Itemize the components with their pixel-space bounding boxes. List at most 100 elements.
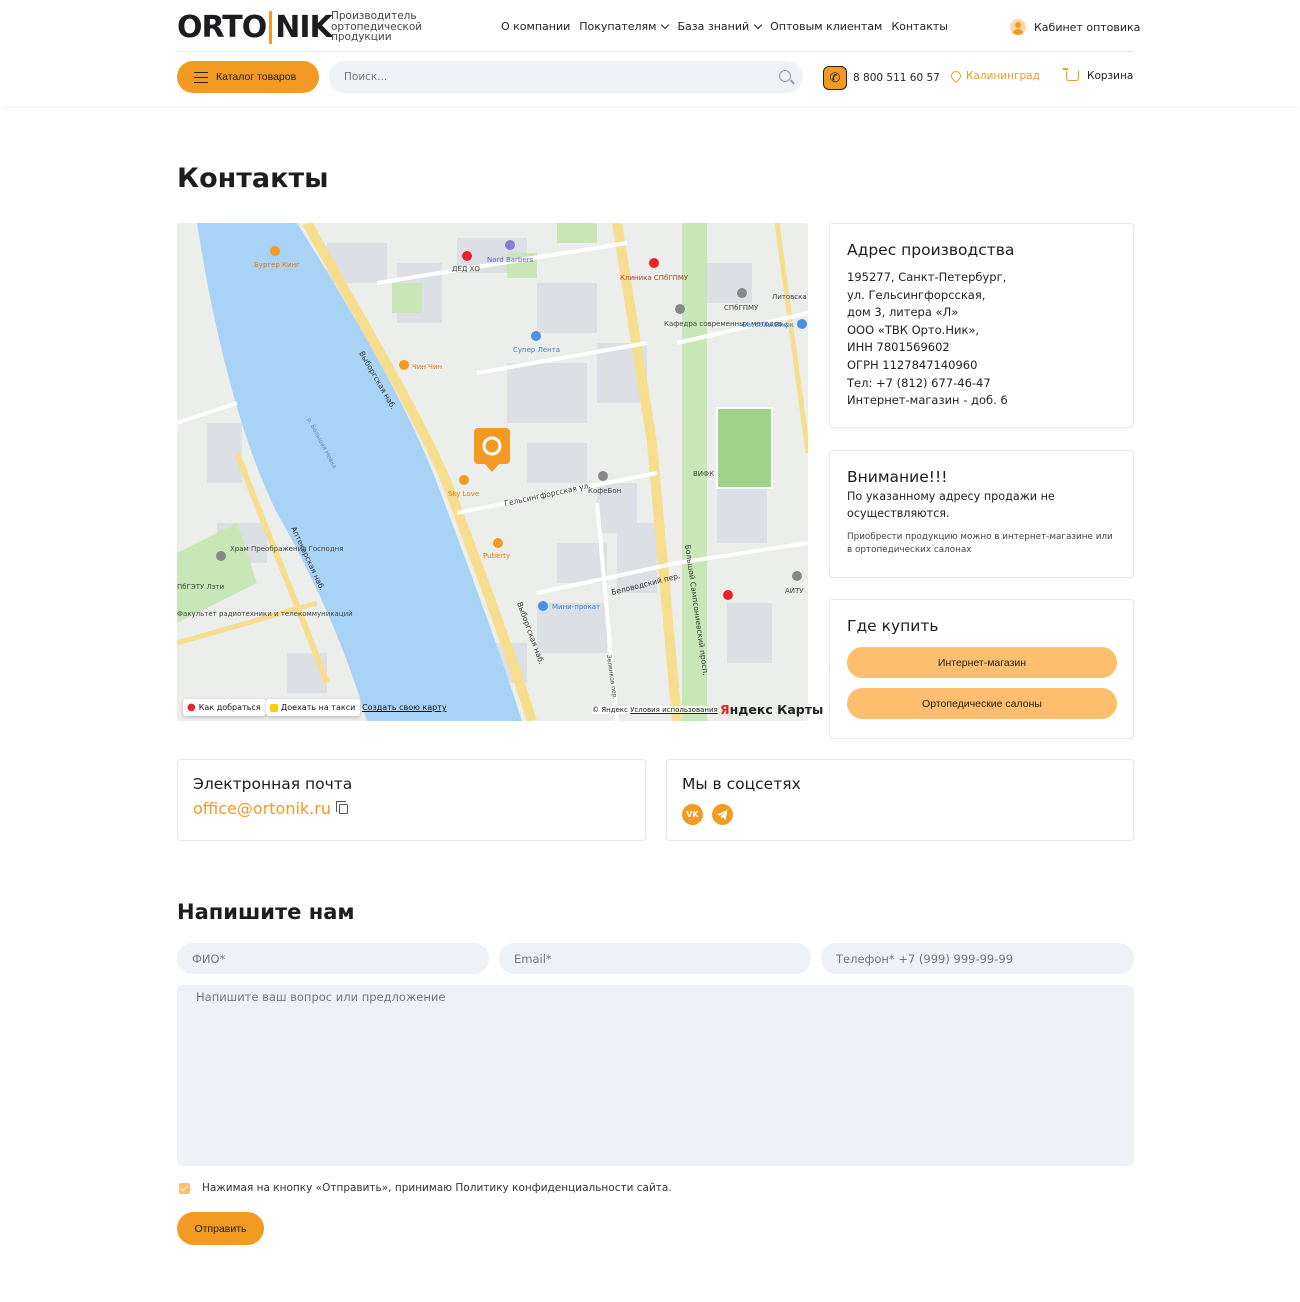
map-pin-icon: ● — [187, 702, 196, 713]
nav-item-knowledge[interactable]: База знаний — [677, 20, 763, 33]
address-title: Адрес производства — [847, 241, 1015, 259]
address-line: 195277, Санкт-Петербург, — [847, 270, 1007, 284]
email-card: Электронная почта office@ortonik.ru — [177, 759, 646, 841]
nav-label: Покупателям — [579, 20, 657, 33]
chevron-down-icon — [661, 20, 670, 29]
phone-input[interactable] — [821, 943, 1134, 974]
telegram-glyph — [717, 809, 728, 820]
map-label: Супер Лента — [513, 346, 560, 354]
telegram-icon[interactable] — [712, 804, 733, 825]
name-input[interactable] — [177, 943, 489, 974]
search-icon[interactable] — [779, 70, 791, 82]
yandex-maps-logo[interactable]: Яндекс Карты — [720, 702, 823, 717]
ortho-salons-button[interactable]: Ортопедические салоны — [847, 688, 1117, 719]
yandex-map[interactable]: Бургер Кинг ДЕД ХО Nord Barbers Клиника … — [177, 223, 808, 721]
address-card: Адрес производства 195277, Санкт-Петербу… — [829, 223, 1134, 428]
map-label: Чин Чин — [412, 363, 442, 371]
location-pin-icon — [948, 68, 964, 84]
map-label: Мини-прокат — [552, 603, 600, 611]
map-terms-link[interactable]: Условия использования — [630, 706, 718, 714]
warning-title: Внимание!!! — [847, 468, 948, 486]
address-line: ОГРН 1127847140960 — [847, 357, 978, 372]
nav-label: База знаний — [677, 20, 750, 33]
social-title: Мы в соцсетях — [682, 775, 801, 793]
map-credit: © Яндекс Условия использования — [592, 706, 718, 714]
catalog-button[interactable]: Каталог товаров — [177, 61, 319, 93]
warning-text: По указанному адресу продажи не осуществ… — [847, 490, 1055, 520]
map-label: Puberty — [483, 552, 510, 560]
map-create-link[interactable]: Создать свою карту — [362, 703, 447, 712]
where-to-buy-card: Где купить Интернет-магазин Ортопедическ… — [829, 599, 1134, 739]
nav-item-buyers[interactable]: Покупателям — [579, 20, 670, 33]
phone-number: 8 800 511 60 57 — [853, 72, 940, 84]
online-shop-button[interactable]: Интернет-магазин — [847, 647, 1117, 678]
user-icon — [1010, 19, 1026, 35]
email-title: Электронная почта — [193, 775, 353, 793]
map-label: ПбГЭТУ Лэти — [177, 583, 224, 591]
chevron-down-icon — [753, 20, 763, 29]
header-divider — [177, 51, 1133, 52]
warning-card: Внимание!!! По указанному адресу продажи… — [829, 450, 1134, 578]
map-label: АИТУ — [785, 587, 804, 595]
map-label: ДЕД ХО — [452, 265, 480, 273]
consent-row: Нажимая на кнопку «Отправить», принимаю … — [179, 1182, 672, 1194]
address-line: ООО «ТВК Орто.Ник», — [847, 322, 980, 337]
address-line: ИНН 7801569602 — [847, 340, 950, 355]
map-label: ВИФК — [693, 470, 714, 478]
address-line: Интернет-магазин - доб. 6 — [847, 393, 1008, 408]
email-input[interactable] — [499, 943, 811, 974]
map-label: Бургер Кинг — [254, 261, 300, 269]
yandex-logo-letter: Я — [720, 702, 730, 717]
map-label: Кафедра современных методов... — [664, 320, 789, 328]
map-taxi-button[interactable]: Доехать на такси — [266, 699, 361, 716]
map-credit-text: © Яндекс — [592, 706, 628, 714]
logo[interactable]: ORTO NIK — [177, 10, 333, 45]
logo-text-left: ORTO — [177, 10, 267, 45]
phone-link[interactable]: ✆ 8 800 511 60 57 — [823, 66, 940, 90]
address-line: ул. Гельсингфорсская, — [847, 287, 986, 302]
vk-icon[interactable]: VK — [682, 804, 703, 825]
nav-label: Оптовым клиентам — [770, 20, 883, 33]
form-title: Напишите нам — [177, 900, 355, 924]
wholesale-cabinet-link[interactable]: Кабинет оптовика — [1010, 19, 1140, 35]
phone-icon: ✆ — [823, 66, 847, 90]
cabinet-label: Кабинет оптовика — [1034, 20, 1141, 34]
cart-label: Корзина — [1087, 70, 1134, 82]
search-input[interactable] — [329, 61, 803, 93]
email-link[interactable]: office@ortonik.ru — [193, 799, 331, 818]
map-taxi-label: Доехать на такси — [281, 703, 356, 712]
main-nav: О компании Покупателям База знаний Оптов… — [501, 20, 948, 33]
menu-icon — [194, 71, 208, 83]
address-line: дом 3, литера «Л» — [847, 305, 959, 320]
submit-button[interactable]: Отправить — [177, 1212, 264, 1245]
message-textarea[interactable] — [177, 985, 1134, 1166]
where-to-buy-title: Где купить — [847, 617, 939, 635]
copy-icon[interactable] — [335, 800, 348, 814]
map-label: КофеБон — [588, 487, 621, 495]
map-route-label: Как добраться — [198, 703, 261, 712]
warning-note: Приобрести продукцию можно в интернет-ма… — [847, 532, 1113, 555]
city-selector[interactable]: Калининград — [948, 68, 1040, 84]
nav-item-contacts[interactable]: Контакты — [891, 20, 948, 33]
consent-text: Нажимая на кнопку «Отправить», принимаю … — [202, 1182, 672, 1194]
logo-tagline: Производитель ортопедической продукции — [331, 10, 423, 43]
map-label: Храм Преображения Господня — [230, 545, 343, 553]
logo-divider — [269, 11, 273, 44]
map-route-button[interactable]: ● Как добраться — [183, 699, 266, 716]
nav-item-wholesale[interactable]: Оптовым клиентам — [770, 20, 882, 33]
logo-text-right: NIK — [275, 10, 333, 45]
nav-item-about[interactable]: О компании — [501, 20, 570, 33]
email-row: office@ortonik.ru — [193, 799, 630, 818]
address-line: Тел: +7 (812) 677-46-47 — [847, 375, 991, 390]
consent-checkbox[interactable] — [179, 1182, 190, 1194]
map-label: СПбГПМУ — [724, 304, 759, 312]
map-label: Nord Barbers — [487, 256, 534, 264]
cart-link[interactable]: Корзина — [1063, 68, 1134, 82]
map-label: Клиника СПбГПМУ — [620, 274, 689, 282]
yandex-logo-text: ндекс Карты — [729, 702, 824, 717]
city-name: Калининград — [966, 70, 1040, 82]
map-canvas[interactable]: Бургер Кинг ДЕД ХО Nord Barbers Клиника … — [177, 223, 808, 721]
map-label: Литовска — [772, 293, 807, 301]
map-label: Факультет радиотехники и телекоммуникаци… — [177, 610, 353, 618]
social-card: Мы в соцсетях VK — [666, 759, 1134, 841]
